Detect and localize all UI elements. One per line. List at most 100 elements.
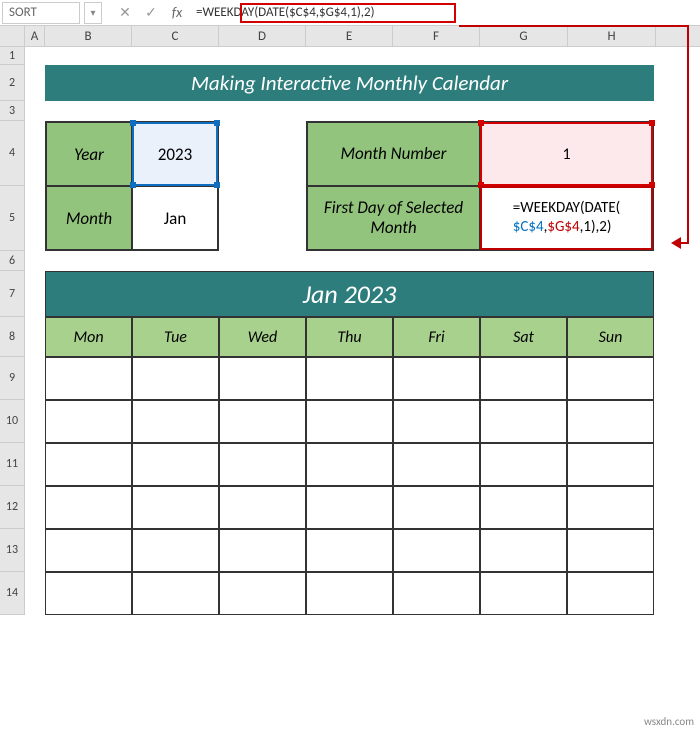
row-header-8[interactable]: 8 <box>0 317 25 357</box>
row-header-6[interactable]: 6 <box>0 251 25 271</box>
calendar-row <box>45 529 654 572</box>
calendar-cell[interactable] <box>567 400 654 443</box>
row-header-14[interactable]: 14 <box>0 572 25 615</box>
calendar-cell[interactable] <box>393 400 480 443</box>
row-header-10[interactable]: 10 <box>0 400 25 443</box>
calendar-cell[interactable] <box>393 443 480 486</box>
day-header-sat: Sat <box>480 317 567 357</box>
selection-handle[interactable] <box>214 182 220 188</box>
calendar-cell[interactable] <box>45 357 132 400</box>
calendar-cell[interactable] <box>567 486 654 529</box>
calendar-cell[interactable] <box>132 443 219 486</box>
calendar-cell[interactable] <box>567 357 654 400</box>
calendar-cell[interactable] <box>45 572 132 615</box>
calendar-cell[interactable] <box>393 529 480 572</box>
month-value-cell[interactable]: Jan <box>132 186 218 250</box>
row-header-4[interactable]: 4 <box>0 121 25 186</box>
row-header-3[interactable]: 3 <box>0 101 25 121</box>
calendar-cell[interactable] <box>132 529 219 572</box>
calendar-cell[interactable] <box>219 357 306 400</box>
col-header-D[interactable]: D <box>219 26 306 46</box>
calendar-cell[interactable] <box>45 443 132 486</box>
calendar-row <box>45 572 654 615</box>
page-title: Making Interactive Monthly Calendar <box>45 65 654 101</box>
calendar-cell[interactable] <box>132 357 219 400</box>
calendar-cell[interactable] <box>219 400 306 443</box>
year-value: 2023 <box>158 144 192 165</box>
calendar-row <box>45 357 654 400</box>
calendar-cell[interactable] <box>480 572 567 615</box>
year-month-table: Year 2023 Month Jan <box>45 121 219 251</box>
calendar-cell[interactable] <box>567 529 654 572</box>
row-header-13[interactable]: 13 <box>0 529 25 572</box>
selection-handle[interactable] <box>130 182 136 188</box>
calendar-cell[interactable] <box>480 529 567 572</box>
year-value-cell[interactable]: 2023 <box>132 122 218 186</box>
calendar-cell[interactable] <box>45 486 132 529</box>
calendar-cell[interactable] <box>132 486 219 529</box>
calendar: Jan 2023 Mon Tue Wed Thu Fri Sat Sun <box>45 271 654 615</box>
col-header-C[interactable]: C <box>132 26 219 46</box>
calendar-cell[interactable] <box>567 443 654 486</box>
calendar-title: Jan 2023 <box>45 271 654 317</box>
fx-icon[interactable]: fx <box>164 4 190 21</box>
month-info-table: Month Number 1 First Day of Selected Mon… <box>306 121 654 251</box>
row-header-7[interactable]: 7 <box>0 271 25 317</box>
first-day-formula-cell[interactable]: =WEEKDAY(DATE( $C$4,$G$4,1),2) <box>480 186 653 250</box>
selection-handle[interactable] <box>130 120 136 126</box>
row-header-1[interactable]: 1 <box>0 47 25 65</box>
calendar-cell[interactable] <box>480 400 567 443</box>
formula-input[interactable]: =WEEKDAY(DATE($C$4,$G$4,1),2) <box>190 2 698 24</box>
formula-bar: SORT ▾ ✕ ✓ fx =WEEKDAY(DATE($C$4,$G$4,1)… <box>0 0 700 26</box>
month-number-value-cell[interactable]: 1 <box>480 122 653 186</box>
calendar-cell[interactable] <box>480 357 567 400</box>
day-header-fri: Fri <box>393 317 480 357</box>
calendar-cell[interactable] <box>132 400 219 443</box>
col-header-B[interactable]: B <box>45 26 132 46</box>
name-box[interactable]: SORT <box>2 2 80 24</box>
calendar-cell[interactable] <box>45 529 132 572</box>
row-header-5[interactable]: 5 <box>0 186 25 251</box>
col-header-F[interactable]: F <box>393 26 480 46</box>
select-all-corner[interactable] <box>0 26 25 46</box>
selection-handle[interactable] <box>214 120 220 126</box>
reference-handle <box>649 120 655 126</box>
calendar-cell[interactable] <box>306 357 393 400</box>
name-box-dropdown[interactable]: ▾ <box>84 2 102 24</box>
calendar-cell[interactable] <box>393 486 480 529</box>
confirm-icon[interactable]: ✓ <box>138 4 164 21</box>
formula-ref-g4: $G$4 <box>547 218 579 236</box>
col-header-G[interactable]: G <box>480 26 568 46</box>
cells-area[interactable]: Making Interactive Monthly Calendar Year… <box>25 47 700 732</box>
calendar-cell[interactable] <box>306 529 393 572</box>
col-header-A[interactable]: A <box>25 26 45 46</box>
calendar-cell[interactable] <box>45 400 132 443</box>
calendar-cell[interactable] <box>480 486 567 529</box>
calendar-cell[interactable] <box>480 443 567 486</box>
formula-text: =WEEKDAY(DATE( <box>513 199 620 217</box>
calendar-cell[interactable] <box>219 529 306 572</box>
calendar-cell[interactable] <box>306 486 393 529</box>
calendar-cell[interactable] <box>219 486 306 529</box>
calendar-cell[interactable] <box>219 443 306 486</box>
first-day-label: First Day of Selected Month <box>307 186 480 250</box>
calendar-cell[interactable] <box>567 572 654 615</box>
calendar-cell[interactable] <box>219 572 306 615</box>
calendar-cell[interactable] <box>306 400 393 443</box>
annotation-arrow <box>687 25 689 242</box>
row-header-9[interactable]: 9 <box>0 357 25 400</box>
calendar-cell[interactable] <box>306 443 393 486</box>
calendar-cell[interactable] <box>306 572 393 615</box>
row-header-2[interactable]: 2 <box>0 65 25 101</box>
column-headers: A B C D E F G H <box>0 26 700 47</box>
col-header-E[interactable]: E <box>306 26 393 46</box>
col-header-H[interactable]: H <box>568 26 656 46</box>
cancel-icon[interactable]: ✕ <box>112 4 138 21</box>
row-header-12[interactable]: 12 <box>0 486 25 529</box>
day-header-tue: Tue <box>132 317 219 357</box>
row-header-11[interactable]: 11 <box>0 443 25 486</box>
calendar-cell[interactable] <box>393 357 480 400</box>
calendar-row <box>45 400 654 443</box>
calendar-cell[interactable] <box>393 572 480 615</box>
calendar-cell[interactable] <box>132 572 219 615</box>
